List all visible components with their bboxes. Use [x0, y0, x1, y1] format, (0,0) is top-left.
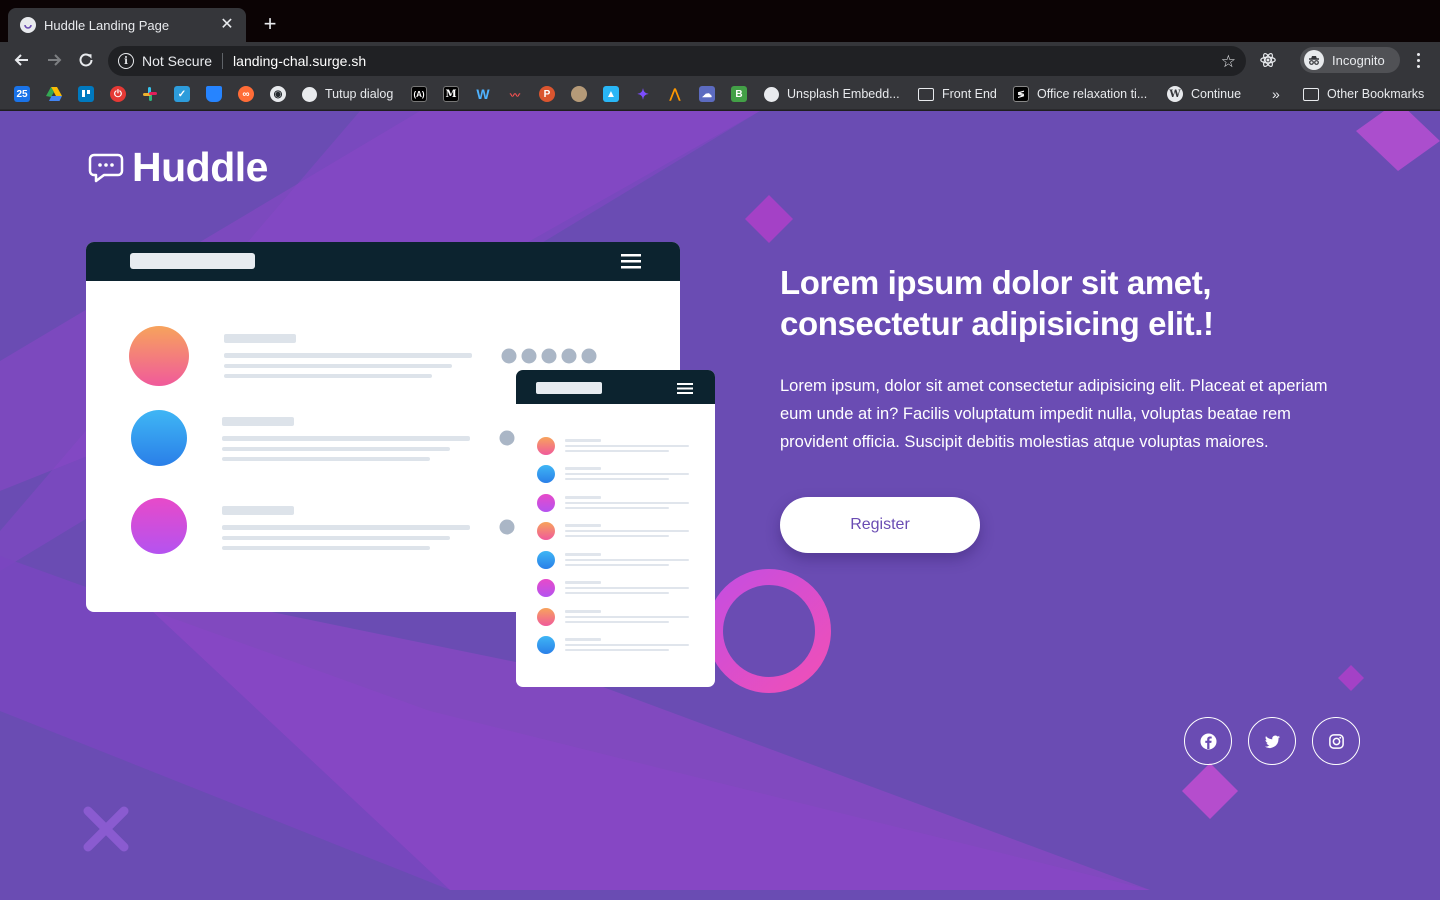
- chat-bubble-icon: [88, 153, 124, 182]
- incognito-label: Incognito: [1332, 52, 1385, 68]
- url-text[interactable]: landing-chal.surge.sh: [233, 53, 1221, 69]
- twitter-link[interactable]: [1248, 717, 1296, 765]
- misc-bookmark-icon-7[interactable]: B: [731, 85, 747, 103]
- misc-bookmark-icon-3[interactable]: ▲: [603, 85, 619, 103]
- power-bookmark-icon[interactable]: ⏻: [110, 85, 126, 103]
- twitter-icon: [1264, 735, 1280, 748]
- reload-icon[interactable]: [74, 48, 98, 72]
- slack-bookmark-icon[interactable]: [142, 85, 158, 103]
- close-tab-icon[interactable]: ✕: [218, 16, 236, 34]
- browser-tab[interactable]: Huddle Landing Page ✕: [8, 8, 246, 42]
- instagram-icon: [1328, 733, 1344, 749]
- todo-bookmark-icon[interactable]: ✓: [174, 85, 190, 103]
- bookmark-other-bookmarks[interactable]: Other Bookmarks: [1303, 85, 1424, 103]
- browser-menu-icon[interactable]: [1408, 50, 1428, 70]
- drive-bookmark-icon[interactable]: [46, 85, 62, 103]
- app-mockup-illustration: [86, 242, 831, 693]
- landing-page: Huddle Lorem ipsum dolor sit amet, conse…: [0, 111, 1440, 900]
- misc-bookmark-icon-4[interactable]: ✦: [635, 85, 651, 103]
- bitbucket-bookmark-icon[interactable]: [206, 85, 222, 103]
- instagram-link[interactable]: [1312, 717, 1360, 765]
- incognito-icon: [1304, 50, 1324, 70]
- back-arrow-icon[interactable]: [10, 48, 34, 72]
- hero-headline: Lorem ipsum dolor sit amet, consectetur …: [780, 264, 1214, 342]
- tab-strip: Huddle Landing Page ✕ +: [0, 0, 1440, 42]
- new-tab-button[interactable]: +: [258, 12, 282, 36]
- calendar-bookmark-icon[interactable]: 25: [14, 85, 30, 103]
- misc-bookmark-icon-2[interactable]: [571, 85, 587, 103]
- site-info-icon[interactable]: i: [118, 53, 134, 69]
- bookmark-front-end[interactable]: Front End: [918, 85, 997, 103]
- security-status: Not Secure: [142, 53, 213, 69]
- bookmark-unsplash[interactable]: Unsplash Embedd...: [764, 85, 900, 103]
- tab-title: Huddle Landing Page: [44, 17, 170, 33]
- address-bar[interactable]: i Not Secure landing-chal.surge.sh ☆: [108, 46, 1246, 76]
- wordpress-icon: W: [1167, 86, 1183, 102]
- bookmark-star-icon[interactable]: ☆: [1221, 53, 1236, 70]
- bookmark-office-relaxation[interactable]: ≶ Office relaxation ti...: [1013, 85, 1147, 103]
- hero-description: Lorem ipsum, dolor sit amet consectetur …: [780, 377, 1328, 451]
- misc-bookmark-icon-6[interactable]: ☁: [699, 85, 715, 103]
- code-icon: ≶: [1013, 86, 1029, 102]
- misc-bookmark-icon-5[interactable]: ⋀: [667, 85, 683, 103]
- register-button[interactable]: Register: [780, 497, 980, 553]
- bookmark-tutup-dialog[interactable]: Tutup dialog: [302, 85, 393, 103]
- medium-bookmark-icon[interactable]: M: [443, 85, 459, 103]
- trello-bookmark-icon[interactable]: [78, 85, 94, 103]
- bookmarks-bar: 25 ⏻ ✓ ∞ ◉ Tutup dialog (A) M W 〰 P ▲ ✦ …: [0, 78, 1440, 110]
- extension-react-icon[interactable]: [1258, 50, 1278, 70]
- bookmark-continue[interactable]: W Continue: [1167, 85, 1241, 103]
- folder-icon: [918, 87, 934, 101]
- more-bookmarks-chevron-icon[interactable]: »: [1272, 85, 1280, 103]
- facebook-icon: [1199, 732, 1217, 750]
- producthunt-bookmark-icon[interactable]: P: [539, 85, 555, 103]
- folder-icon: [1303, 87, 1319, 101]
- webflow-bookmark-icon[interactable]: W: [475, 85, 491, 103]
- codepen-bookmark-icon[interactable]: (A): [411, 85, 427, 103]
- facebook-link[interactable]: [1184, 717, 1232, 765]
- globe-icon: [764, 86, 779, 102]
- site-favicon-icon: [20, 17, 36, 33]
- incognito-profile-button[interactable]: Incognito: [1300, 47, 1400, 73]
- huddle-logo[interactable]: Huddle: [88, 144, 268, 191]
- forward-arrow-icon[interactable]: [42, 48, 66, 72]
- misc-bookmark-icon-1[interactable]: 〰: [507, 85, 523, 103]
- globe-icon: [302, 86, 317, 102]
- github-bookmark-icon[interactable]: ◉: [270, 85, 286, 103]
- postman-bookmark-icon[interactable]: ∞: [238, 85, 254, 103]
- browser-toolbar: i Not Secure landing-chal.surge.sh ☆ Inc…: [0, 42, 1440, 78]
- brand-name: Huddle: [132, 144, 268, 190]
